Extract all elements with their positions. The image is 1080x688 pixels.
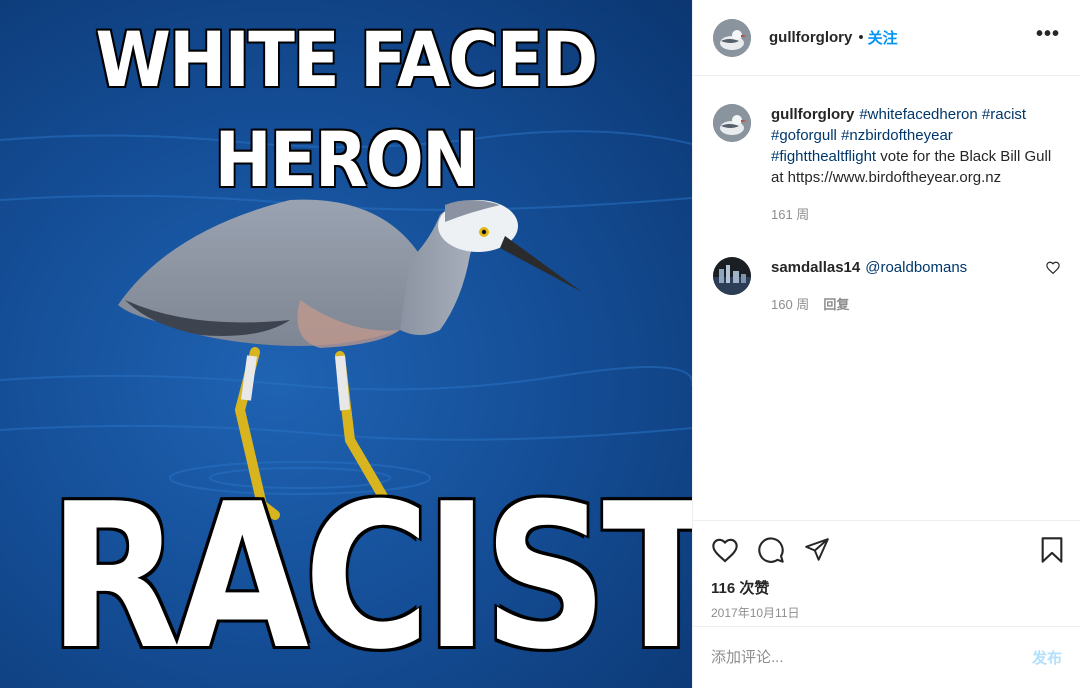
gull-avatar-icon	[713, 104, 751, 142]
gull-avatar-icon	[713, 18, 751, 57]
hashtag-link[interactable]: #goforgull	[771, 127, 837, 144]
mention-link[interactable]: @roaldbomans	[865, 259, 967, 276]
instagram-post: WHITE FACED HERON RACIST gullforglory • …	[0, 0, 1080, 688]
caption-timestamp[interactable]: 161 周	[771, 204, 809, 225]
city-avatar-icon	[713, 257, 751, 295]
like-button[interactable]	[711, 537, 739, 563]
add-comment-bar: 发布	[693, 626, 1080, 688]
post-author-username[interactable]: gullforglory	[769, 29, 852, 46]
caption-username[interactable]: gullforglory	[771, 106, 854, 123]
hashtag-link[interactable]: #whitefacedheron	[859, 106, 977, 123]
heart-icon	[712, 538, 738, 563]
post-image[interactable]: WHITE FACED HERON RACIST	[0, 0, 692, 688]
comment-button[interactable]	[757, 536, 785, 564]
hashtag-link[interactable]: #racist	[982, 106, 1026, 123]
hashtag-link[interactable]: #fightthealtflight	[771, 148, 876, 165]
comment-meta: 160 周 回复	[771, 294, 1034, 315]
separator-dot: •	[858, 29, 864, 46]
comment-row: samdallas14 @roaldbomans 160 周 回复	[713, 257, 1060, 315]
caption-body: gullforglory #whitefacedheron #racist #go…	[771, 104, 1060, 225]
comment-timestamp[interactable]: 160 周	[771, 294, 809, 315]
comment-icon	[758, 536, 784, 563]
avatar[interactable]	[713, 257, 751, 295]
caption-row: gullforglory #whitefacedheron #racist #go…	[713, 104, 1060, 225]
meme-top-caption: WHITE FACED HERON	[95, 15, 598, 204]
save-button[interactable]	[1040, 536, 1064, 564]
likes-count[interactable]: 116 次赞	[693, 578, 1080, 600]
action-bar	[693, 520, 1080, 578]
avatar[interactable]	[713, 104, 751, 142]
meme-bottom-caption: RACIST	[48, 461, 692, 688]
share-button[interactable]	[803, 537, 831, 563]
comment-input[interactable]	[711, 649, 1032, 666]
comment-body: samdallas14 @roaldbomans 160 周 回复	[771, 257, 1034, 315]
reply-button[interactable]: 回复	[823, 294, 849, 315]
post-sidebar: gullforglory • 关注 ••• gullforglory #whit…	[692, 0, 1080, 688]
caption-meta: 161 周	[771, 204, 1060, 225]
post-header: gullforglory • 关注 •••	[693, 0, 1080, 76]
post-date[interactable]: 2017年10月11日	[693, 600, 1080, 626]
avatar[interactable]	[713, 18, 751, 57]
comments-list: gullforglory #whitefacedheron #racist #go…	[693, 76, 1080, 520]
heart-icon	[1046, 261, 1060, 275]
comment-username[interactable]: samdallas14	[771, 259, 860, 276]
post-comment-button[interactable]: 发布	[1032, 647, 1062, 668]
bookmark-icon	[1041, 536, 1063, 563]
share-icon	[805, 537, 829, 561]
more-options-icon[interactable]: •••	[1036, 24, 1060, 52]
hashtag-link[interactable]: #nzbirdoftheyear	[841, 127, 953, 144]
follow-button[interactable]: 关注	[868, 27, 898, 48]
like-comment-icon[interactable]	[1046, 261, 1060, 279]
